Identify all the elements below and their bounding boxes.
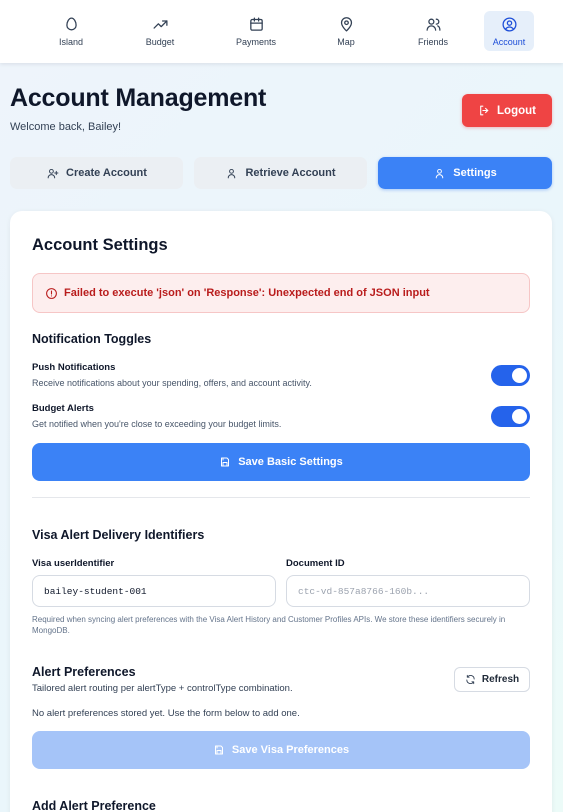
save-icon [221, 457, 230, 467]
tab-settings[interactable]: Settings [378, 157, 552, 189]
save-icon [214, 745, 223, 755]
tab-create-account[interactable]: Create Account [10, 157, 183, 189]
logout-icon [480, 105, 489, 116]
refresh-label: Refresh [481, 674, 520, 685]
nav-label: Map [337, 36, 355, 47]
map-pin-icon [340, 16, 352, 32]
alert-preferences-heading: Alert Preferences [32, 665, 136, 679]
error-alert: Failed to execute 'json' on 'Response': … [32, 273, 530, 313]
logout-button[interactable]: Logout [462, 94, 552, 127]
visa-user-id-input[interactable] [32, 575, 276, 607]
budget-alerts-toggle[interactable] [491, 406, 530, 427]
calendar-icon [249, 16, 263, 31]
alert-preferences-subheading: Tailored alert routing per alertType + c… [32, 683, 293, 694]
top-nav: Island Budget Payments Map Friends Accou… [0, 0, 563, 63]
error-message: Failed to execute 'json' on 'Response': … [64, 287, 430, 299]
nav-item-budget[interactable]: Budget [132, 11, 188, 51]
empty-preferences-message: No alert preferences stored yet. Use the… [32, 708, 300, 719]
welcome-message: Welcome back, Bailey! [10, 121, 122, 133]
user-icon [228, 168, 236, 178]
tab-retrieve-account[interactable]: Retrieve Account [194, 157, 367, 189]
alert-circle-icon [46, 287, 57, 299]
trending-up-icon [152, 19, 168, 29]
budget-alerts-description: Get notified when you're close to exceed… [32, 419, 282, 429]
visa-identifiers-heading: Visa Alert Delivery Identifiers [32, 528, 205, 542]
toggle-knob [512, 368, 527, 383]
user-circle-icon [501, 16, 517, 32]
nav-item-island[interactable]: Island [43, 11, 99, 51]
button-label: Save Visa Preferences [231, 744, 350, 756]
save-basic-settings-button[interactable]: Save Basic Settings [32, 443, 530, 481]
tab-label: Retrieve Account [245, 167, 336, 179]
user-plus-icon [47, 168, 59, 178]
document-id-input[interactable] [286, 575, 530, 607]
user-icon [436, 168, 444, 178]
logout-label: Logout [497, 104, 536, 117]
visa-user-id-label: Visa userIdentifier [32, 558, 115, 569]
nav-label: Payments [235, 36, 277, 47]
nav-item-account[interactable]: Account [484, 11, 534, 51]
page-title: Account Management [10, 84, 267, 112]
tab-label: Settings [453, 167, 497, 179]
push-notifications-title: Push Notifications [32, 362, 116, 373]
nav-label: Island [58, 36, 84, 47]
refresh-button[interactable]: Refresh [454, 667, 530, 692]
budget-alerts-title: Budget Alerts [32, 403, 94, 414]
visa-helper-text: Required when syncing alert preferences … [32, 615, 506, 635]
nav-label: Budget [145, 36, 175, 47]
card-title: Account Settings [32, 236, 168, 254]
notifications-heading: Notification Toggles [32, 332, 152, 346]
nav-label: Account [492, 36, 526, 47]
toggle-knob [512, 409, 527, 424]
push-notifications-toggle[interactable] [491, 365, 530, 386]
document-id-label: Document ID [286, 558, 345, 569]
settings-card: Account Settings Failed to execute 'json… [10, 211, 552, 812]
nav-item-friends[interactable]: Friends [405, 11, 461, 51]
add-alert-preference-heading: Add Alert Preference [32, 799, 156, 812]
button-label: Save Basic Settings [238, 456, 343, 468]
nav-item-map[interactable]: Map [318, 11, 374, 51]
users-icon [425, 18, 441, 31]
push-notifications-description: Receive notifications about your spendin… [32, 378, 312, 388]
tab-label: Create Account [66, 167, 147, 179]
save-visa-preferences-button[interactable]: Save Visa Preferences [32, 731, 530, 769]
section-divider [32, 497, 530, 498]
refresh-icon [466, 674, 475, 685]
nav-label: Friends [417, 36, 448, 47]
nav-item-payments[interactable]: Payments [228, 11, 284, 51]
egg-icon [65, 16, 77, 30]
